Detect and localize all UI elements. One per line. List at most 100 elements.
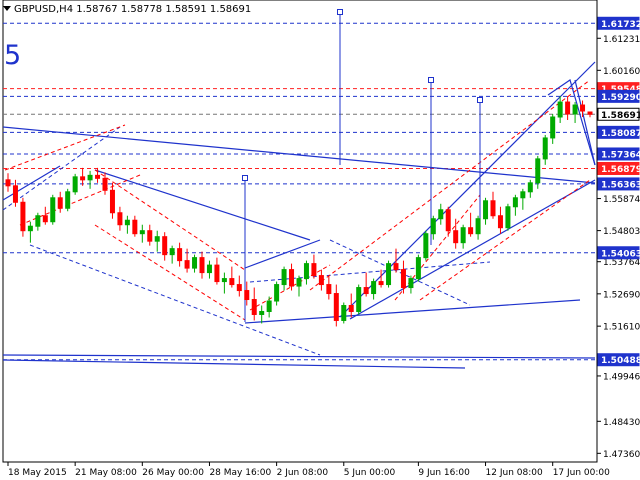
candle-body — [400, 269, 406, 289]
price-tag-label: 1.54063 — [601, 249, 640, 259]
close-value: 1.58691 — [209, 4, 252, 15]
trendline — [574, 79, 596, 166]
projection-marker — [242, 175, 248, 181]
dropdown-triangle-icon[interactable] — [3, 6, 11, 11]
candle-body — [475, 218, 481, 235]
candle-body — [184, 260, 190, 269]
trendline — [2, 359, 466, 369]
y-tick-label: 1.54803 — [603, 227, 640, 237]
candle-body — [42, 215, 48, 223]
candle-body — [318, 275, 324, 286]
candle-body — [542, 137, 548, 160]
candle-body — [580, 104, 586, 112]
price-tag-label: 1.57364 — [601, 150, 640, 160]
candle-body — [393, 263, 399, 271]
high-value: 1.58778 — [120, 4, 163, 15]
plot-frame — [2, 0, 598, 463]
candle-body — [266, 300, 272, 312]
candle-body — [565, 101, 571, 115]
candle-body — [430, 218, 436, 235]
candle-body — [408, 278, 414, 289]
candle-body — [460, 227, 466, 244]
x-tick-label: 26 May 00:00 — [142, 468, 204, 478]
candle-body — [244, 290, 250, 301]
candle-body — [550, 116, 556, 139]
candle-body — [296, 278, 302, 287]
trendline — [349, 179, 596, 320]
y-tick-label: 1.52690 — [603, 290, 640, 300]
price-tag-label: 1.59290 — [601, 93, 640, 103]
open-value: 1.58767 — [76, 4, 118, 15]
chart-header: GBPUSD,H4 1.58767 1.58778 1.58591 1.5869… — [3, 4, 251, 15]
candle-body — [415, 257, 421, 280]
candle-body — [535, 158, 541, 184]
candle-body — [169, 248, 175, 256]
y-tick-label: 1.53764 — [603, 258, 640, 268]
symbol-label: GBPUSD,H4 — [14, 4, 74, 15]
wave-count-label: 5 — [4, 40, 22, 71]
candle-body — [378, 281, 384, 286]
analysis-lines — [2, 9, 597, 369]
candle-body — [497, 215, 503, 229]
candle-body — [333, 293, 339, 321]
price-tag-label: 1.56363 — [601, 180, 640, 190]
candle-body — [371, 281, 377, 295]
price-tag-label: 1.61732 — [601, 20, 640, 30]
candle-body — [468, 227, 474, 235]
candle-body — [162, 236, 168, 256]
red-channel-line — [309, 79, 591, 291]
candle-body — [177, 248, 183, 262]
candle-body — [80, 176, 86, 181]
candle-body — [35, 215, 41, 227]
candle-body — [326, 284, 332, 295]
trendline — [2, 354, 596, 359]
candle-body — [117, 212, 123, 226]
trendline — [244, 299, 581, 324]
red-channel-line — [4, 124, 126, 171]
y-tick-label: 1.61231 — [603, 35, 640, 45]
candle-body — [438, 209, 444, 220]
trendline — [2, 126, 596, 184]
candle-body — [386, 263, 392, 286]
candle-body — [557, 101, 563, 118]
candle-body — [363, 287, 369, 295]
x-tick-label: 17 Jun 00:00 — [553, 468, 610, 478]
candle-body — [57, 197, 63, 209]
candle-body — [221, 278, 227, 283]
price-chart[interactable]: 1.612311.601601.567911.558741.548031.537… — [0, 0, 640, 480]
y-tick-label: 1.48430 — [603, 418, 640, 428]
time-axis: 18 May 2015 21 May 08:00 26 May 00:00 28 Ma… — [7, 462, 610, 478]
projection-marker — [337, 9, 343, 15]
candle-body — [229, 278, 235, 286]
candle-body — [132, 219, 138, 235]
candle-body — [20, 201, 26, 232]
candle-body — [147, 230, 153, 242]
candle-body — [124, 219, 130, 226]
candle-body — [281, 269, 287, 286]
candle-body — [348, 305, 354, 312]
price-tag-label: 1.58691 — [601, 111, 640, 121]
candles-layer — [5, 96, 593, 327]
candle-body — [5, 179, 11, 187]
x-tick-label: 28 May 16:00 — [209, 468, 271, 478]
red-channel-line — [394, 194, 481, 301]
x-tick-label: 5 Jun 00:00 — [344, 468, 396, 478]
candle-body — [154, 236, 160, 242]
candle-body — [87, 174, 93, 181]
trendline — [2, 165, 61, 201]
y-tick-label: 1.60160 — [603, 67, 640, 77]
candle-body — [199, 257, 205, 274]
candle-body — [303, 263, 309, 280]
trendline — [339, 61, 596, 318]
candle-body — [50, 197, 56, 223]
candle-body — [505, 206, 511, 229]
candle-body — [274, 284, 280, 302]
candle-body — [572, 104, 578, 115]
y-tick-label: 1.51610 — [603, 323, 640, 333]
chart-grid — [2, 0, 598, 463]
candle-body — [236, 284, 242, 292]
candle-body — [423, 233, 429, 259]
candle-body — [12, 185, 18, 203]
candle-body — [311, 263, 317, 277]
candle-body — [512, 197, 518, 208]
